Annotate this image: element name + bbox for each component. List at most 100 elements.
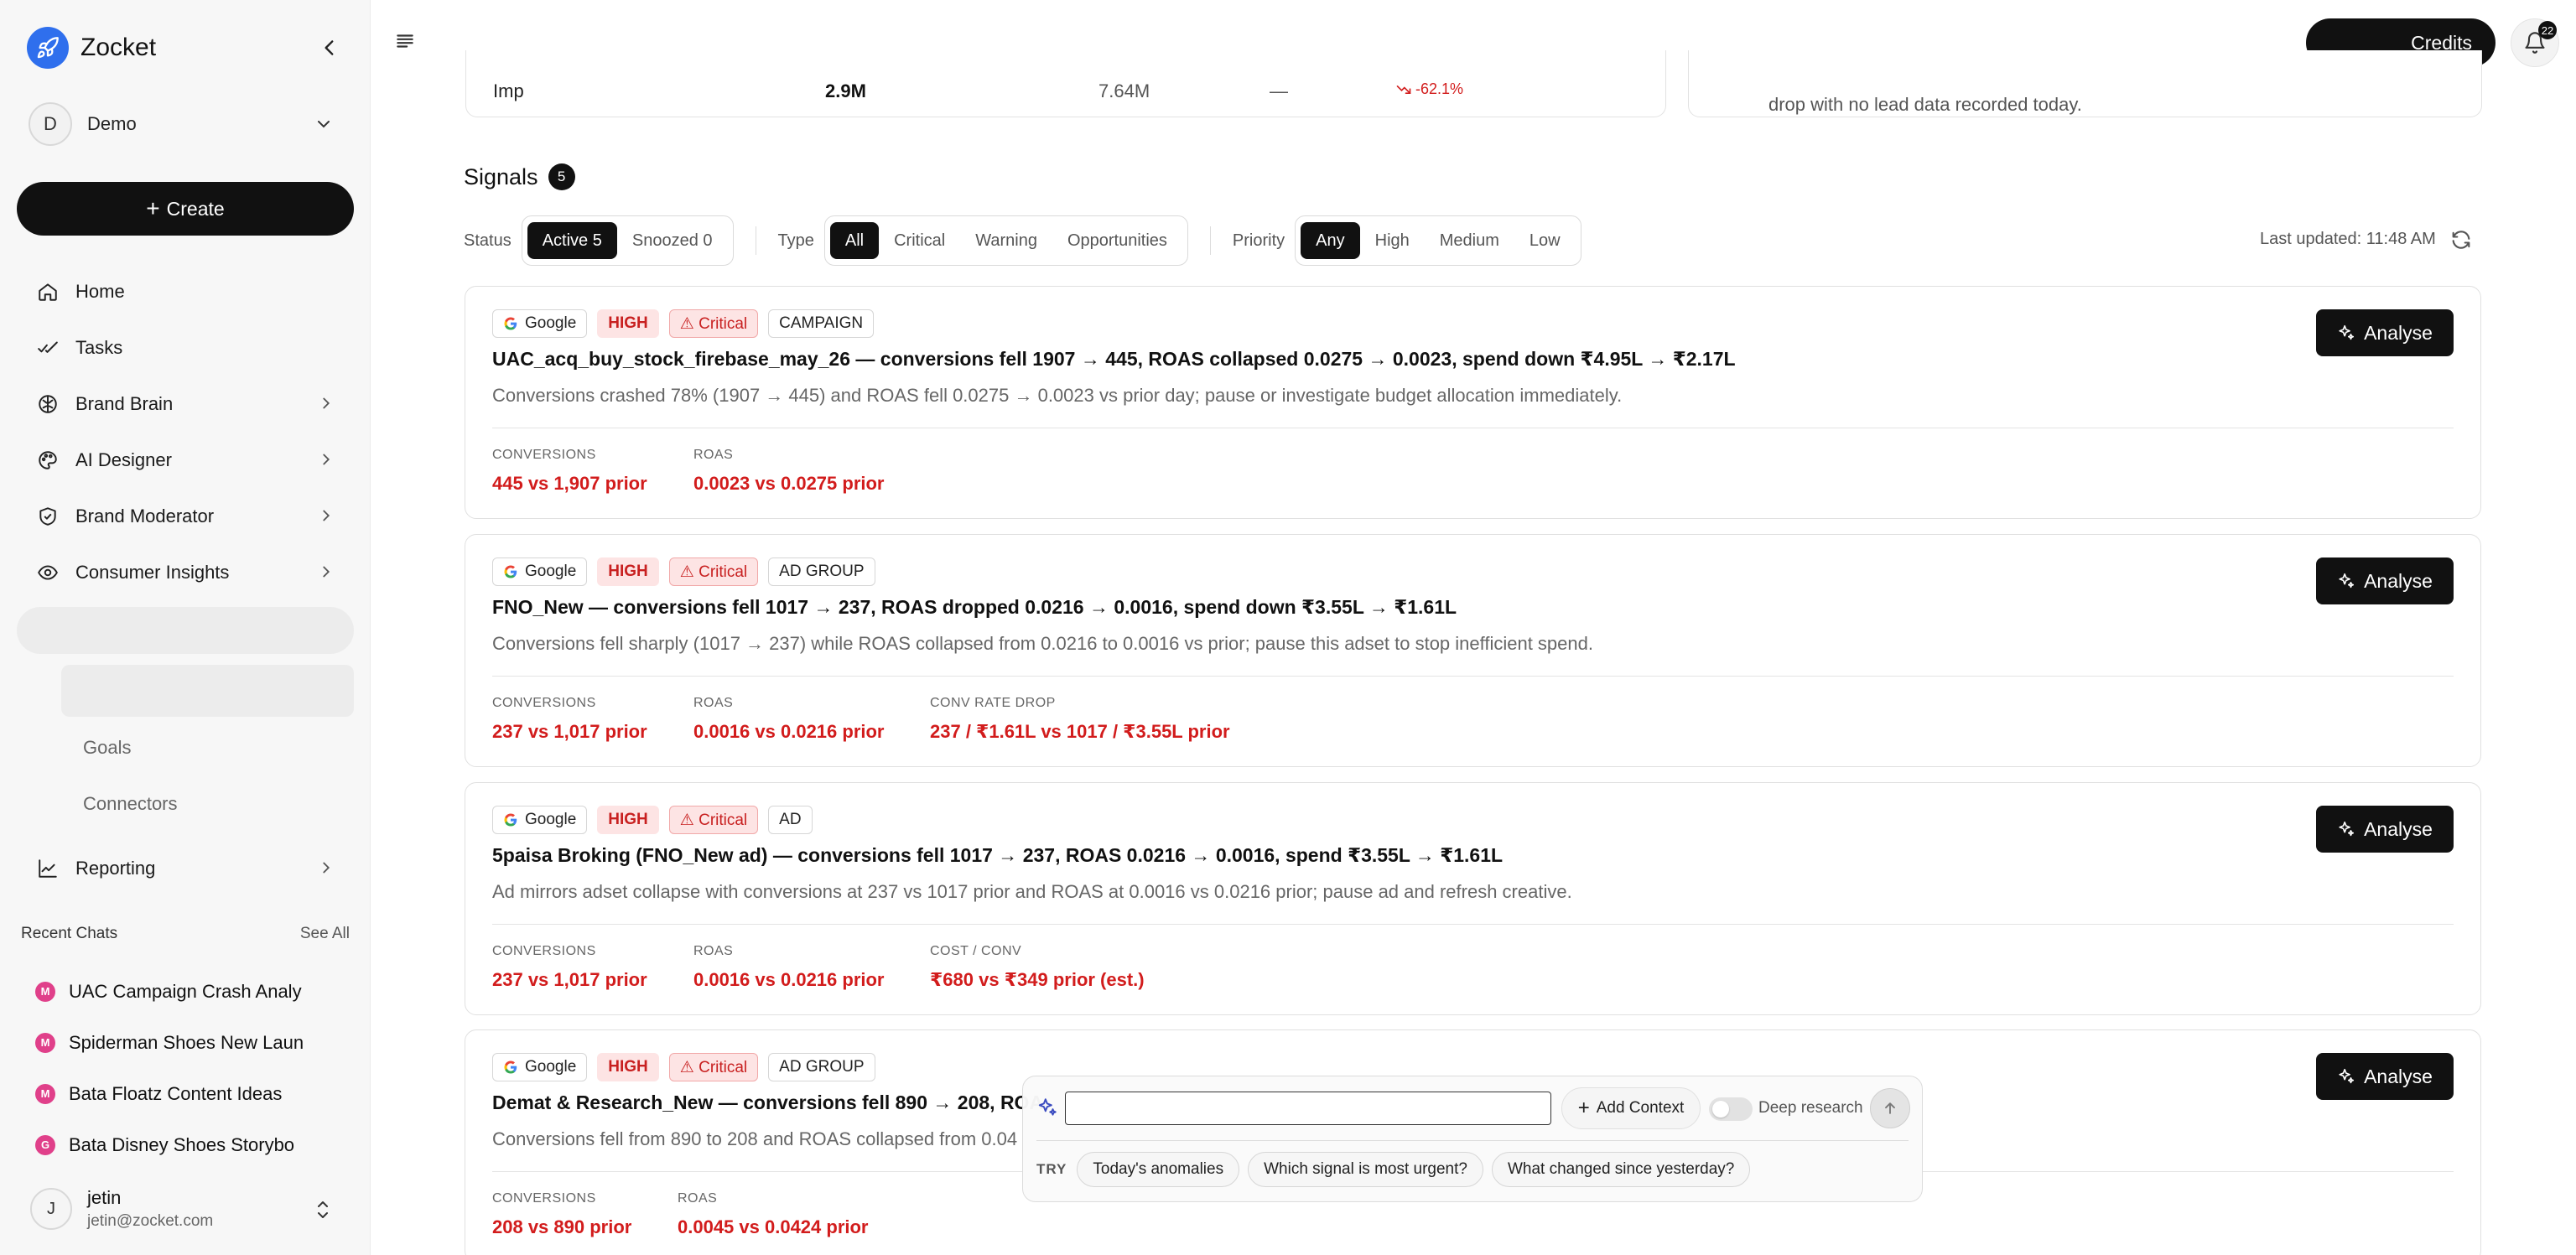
signal-tags: Google HIGH ⚠ Critical CAMPAIGN <box>492 309 884 338</box>
type-filter-warning[interactable]: Warning <box>960 222 1052 259</box>
severity-tag: ⚠ Critical <box>668 309 759 338</box>
recent-chat-item[interactable]: M UAC Campaign Crash Analy <box>35 966 312 1017</box>
severity-tag: ⚠ Critical <box>668 806 759 834</box>
chevron-right-icon <box>323 454 330 465</box>
suggestion-chip[interactable]: What changed since yesterday? <box>1491 1152 1751 1187</box>
menu-toggle-button[interactable] <box>394 30 416 52</box>
signal-metric: ROAS 0.0016 vs 0.0216 prior <box>693 696 885 743</box>
recent-chat-label: Bata Disney Shoes Storybo <box>69 1133 295 1155</box>
metric-dash: — <box>1270 80 1288 101</box>
sidebar-item-consumer-insights[interactable]: Consumer Insights <box>17 544 354 600</box>
chat-input[interactable] <box>1065 1092 1551 1125</box>
sidebar-item-placeholder[interactable] <box>17 607 354 654</box>
sidebar-item-reporting[interactable]: Reporting <box>17 840 354 896</box>
deep-research-label: Deep research <box>1758 1099 1863 1117</box>
recent-chat-item[interactable]: M Bata Floatz Content Ideas <box>35 1068 312 1119</box>
platform-label: Google <box>525 563 577 580</box>
metric-change-value: -62.1% <box>1415 80 1464 97</box>
type-filter-opportunities[interactable]: Opportunities <box>1052 222 1182 259</box>
platform-tag: Google <box>492 557 588 586</box>
platform-label: Google <box>525 1058 577 1076</box>
signal-metric: CONVERSIONS 208 vs 890 prior <box>492 1191 631 1238</box>
analyse-button[interactable]: Analyse <box>2316 557 2454 604</box>
filter-divider <box>1209 226 1211 255</box>
recent-chats-header: Recent Chats See All <box>21 925 350 943</box>
sidebar-subitem-goals[interactable]: Goals <box>83 737 131 759</box>
metric-value: 0.0045 vs 0.0424 prior <box>678 1216 869 1237</box>
metric-value: 208 vs 890 prior <box>492 1216 632 1237</box>
app-name: Zocket <box>80 34 157 61</box>
sidebar-subitem-placeholder[interactable] <box>61 665 354 717</box>
signal-tags: Google HIGH ⚠ Critical AD <box>492 806 823 834</box>
brain-icon <box>35 392 60 417</box>
analyse-button[interactable]: Analyse <box>2316 1053 2454 1100</box>
see-all-link[interactable]: See All <box>300 925 350 943</box>
sidebar-item-label: AI Designer <box>75 449 172 470</box>
signal-card[interactable]: Google HIGH ⚠ Critical AD 5paisa Broking… <box>465 782 2481 1015</box>
sidebar-item-home[interactable]: Home <box>17 263 354 319</box>
recent-chat-item[interactable]: G Bata Disney Shoes Storybo <box>35 1119 312 1170</box>
priority-filter-group: Any High Medium Low <box>1295 215 1581 266</box>
suggestion-chip[interactable]: Today's anomalies <box>1077 1152 1240 1187</box>
suggestion-chip[interactable]: Which signal is most urgent? <box>1248 1152 1483 1187</box>
tasks-icon <box>35 335 60 360</box>
priority-filter-any[interactable]: Any <box>1301 222 1360 259</box>
sidebar-nav: Home Tasks Brand Brain AI Designer Brand… <box>17 263 354 600</box>
try-label: TRY <box>1036 1161 1067 1177</box>
user-menu[interactable]: J jetin jetin@zocket.com <box>30 1184 349 1234</box>
sidebar-subitem-connectors[interactable]: Connectors <box>83 793 178 815</box>
metric-value: 237 vs 1,017 prior <box>492 721 647 742</box>
trend-down-icon <box>1396 85 1411 94</box>
type-filter-all[interactable]: All <box>829 222 880 259</box>
divider <box>492 676 2454 677</box>
signal-card[interactable]: Google HIGH ⚠ Critical CAMPAIGN UAC_acq_… <box>465 286 2481 519</box>
google-icon <box>503 1060 518 1075</box>
sidebar-item-brand-brain[interactable]: Brand Brain <box>17 376 354 432</box>
priority-tag: HIGH <box>597 806 659 834</box>
analyse-button[interactable]: Analyse <box>2316 806 2454 853</box>
sparkle-icon <box>2337 324 2355 342</box>
ai-sparkle-icon <box>1036 1097 1058 1123</box>
analyse-button[interactable]: Analyse <box>2316 309 2454 356</box>
priority-filter-high[interactable]: High <box>1360 222 1425 259</box>
analyse-label: Analyse <box>2364 569 2433 592</box>
priority-tag: HIGH <box>597 557 659 586</box>
signal-filters: Status Active 5 Snoozed 0 Type All Criti… <box>464 215 1581 266</box>
sidebar-item-brand-moderator[interactable]: Brand Moderator <box>17 488 354 544</box>
type-filter-critical[interactable]: Critical <box>879 222 960 259</box>
workspace-switcher[interactable]: D Demo <box>29 101 345 148</box>
add-context-label: Add Context <box>1596 1099 1685 1117</box>
send-button[interactable] <box>1870 1088 1910 1128</box>
deep-research-toggle[interactable] <box>1709 1097 1753 1121</box>
collapse-sidebar-button[interactable] <box>319 37 340 59</box>
toggle-knob <box>1712 1101 1729 1118</box>
status-filter-active[interactable]: Active 5 <box>527 222 617 259</box>
eye-icon <box>35 560 60 585</box>
signal-card[interactable]: Google HIGH ⚠ Critical AD GROUP FNO_New … <box>465 534 2481 767</box>
priority-filter-low[interactable]: Low <box>1514 222 1576 259</box>
sidebar-item-reporting-wrap: Reporting <box>17 840 354 896</box>
priority-filter-medium[interactable]: Medium <box>1425 222 1514 259</box>
brand[interactable]: Zocket <box>27 27 156 69</box>
signal-metric: COST / CONV ₹680 vs ₹349 prior (est.) <box>930 944 1145 991</box>
divider <box>492 924 2454 925</box>
metric-name: Imp <box>493 80 524 101</box>
refresh-button[interactable] <box>2449 228 2473 252</box>
priority-tag: HIGH <box>597 1053 659 1081</box>
signal-metric: ROAS 0.0023 vs 0.0275 prior <box>693 448 885 495</box>
suggestions-row: TRY Today's anomalies Which signal is mo… <box>1036 1152 1758 1187</box>
metric-value: ₹680 vs ₹349 prior (est.) <box>930 969 1145 990</box>
notifications-button[interactable]: 22 <box>2511 18 2559 67</box>
last-updated-text: Last updated: 11:48 AM <box>2260 230 2436 248</box>
status-filter-snoozed[interactable]: Snoozed 0 <box>617 222 728 259</box>
rocket-logo-icon <box>27 27 69 69</box>
add-context-button[interactable]: + Add Context <box>1561 1087 1701 1129</box>
recent-chat-item[interactable]: M Spiderman Shoes New Laun <box>35 1017 312 1068</box>
sidebar-item-tasks[interactable]: Tasks <box>17 319 354 376</box>
chevron-right-icon <box>323 510 330 521</box>
chevron-right-icon <box>323 862 330 874</box>
create-button[interactable]: + Create <box>17 182 354 236</box>
sidebar-item-label: Consumer Insights <box>75 561 230 583</box>
workspace-avatar: D <box>29 102 72 146</box>
sidebar-item-ai-designer[interactable]: AI Designer <box>17 432 354 488</box>
